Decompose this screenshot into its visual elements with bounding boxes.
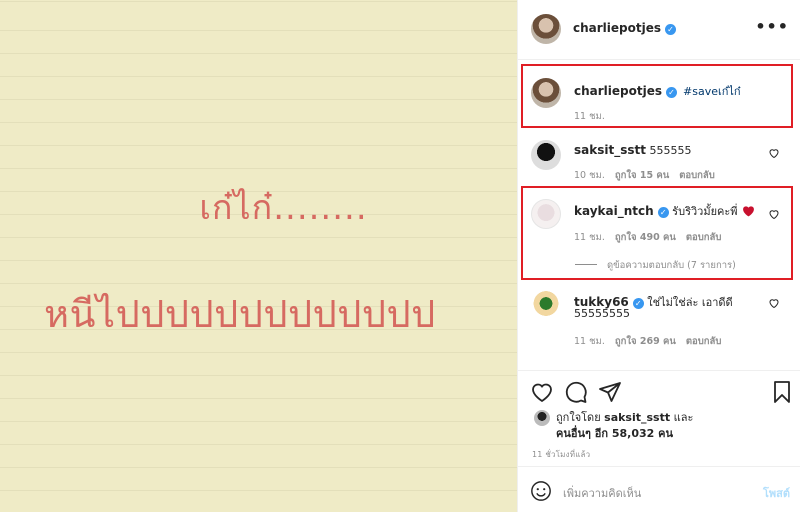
caption-username[interactable]: charliepotjes <box>574 84 662 98</box>
comment-icon[interactable] <box>564 380 588 404</box>
comment-text-line2: 55555555 <box>574 307 630 320</box>
view-replies-link[interactable]: ดูข้อความตอบกลับ (7 รายการ) <box>575 258 736 273</box>
reply-link[interactable]: ตอบกลับ <box>686 232 722 243</box>
avatar[interactable] <box>534 410 550 426</box>
comment-likes[interactable]: ถูกใจ 15 คน <box>615 170 669 181</box>
comment-text: kaykai_ntch ✓ รับริวิวมั้ยคะพี่ <box>574 202 755 220</box>
post-image[interactable]: เก๋ไก๋........ หนีไปปปปปปปปปปปปป <box>0 0 517 512</box>
replies-divider <box>575 264 597 265</box>
comment-username[interactable]: kaykai_ntch <box>574 204 654 218</box>
verified-badge-icon: ✓ <box>666 87 678 98</box>
add-comment-input[interactable]: เพิ่มความคิดเห็น <box>563 484 641 502</box>
liked-by-username[interactable]: saksit_sstt <box>604 411 670 424</box>
caption-time: 11 ชม. <box>574 111 605 122</box>
like-heart-icon[interactable] <box>768 297 780 309</box>
comment-text: saksit_sstt 555555 <box>574 143 692 157</box>
image-text-line2: หนีไปปปปปปปปปปปปป <box>44 292 436 336</box>
caption-hashtag[interactable]: #saveเก๋ไก๋ <box>683 85 741 98</box>
liked-by-text: ถูกใจโดย saksit_sstt และ คนอื่นๆ อีก 58,… <box>556 411 694 440</box>
comment-username[interactable]: saksit_sstt <box>574 143 646 157</box>
verified-badge-icon: ✓ <box>665 24 677 35</box>
like-heart-icon[interactable] <box>768 147 780 159</box>
image-text-line1: เก๋ไก๋........ <box>199 188 368 228</box>
likes-count-link[interactable]: คนอื่นๆ อีก 58,032 คน <box>556 427 673 440</box>
share-icon[interactable] <box>598 380 622 404</box>
verified-badge-icon: ✓ <box>632 298 644 309</box>
reply-link[interactable]: ตอบกลับ <box>686 336 722 347</box>
comment-meta: 11 ชม. ถูกใจ 490 คน ตอบกลับ <box>574 232 722 243</box>
post-header: charliepotjes ✓ ••• <box>518 0 800 60</box>
like-heart-icon[interactable] <box>530 380 554 404</box>
red-heart-emoji-icon <box>742 206 754 217</box>
more-horizontal-icon[interactable]: ••• <box>755 17 789 36</box>
bookmark-icon[interactable] <box>770 380 794 404</box>
section-divider <box>518 370 800 371</box>
verified-badge-icon: ✓ <box>657 207 669 218</box>
reply-link[interactable]: ตอบกลับ <box>679 170 715 181</box>
emoji-icon[interactable] <box>530 480 552 502</box>
comment-likes[interactable]: ถูกใจ 490 คน <box>615 232 676 243</box>
avatar[interactable] <box>531 78 561 108</box>
avatar[interactable] <box>531 290 561 320</box>
post-sidebar: charliepotjes ✓ ••• charliepotjes ✓ #saveเก… <box>517 0 800 512</box>
avatar[interactable] <box>531 199 561 229</box>
comment-meta: 11 ชม. ถูกใจ 269 คน ตอบกลับ <box>574 336 722 347</box>
section-divider <box>518 466 800 467</box>
post-time-ago: 11 ชั่วโมงที่แล้ว <box>532 450 591 459</box>
comment-likes[interactable]: ถูกใจ 269 คน <box>615 336 676 347</box>
avatar[interactable] <box>531 140 561 170</box>
header-username[interactable]: charliepotjes ✓ <box>573 21 677 35</box>
caption-text: charliepotjes ✓ #saveเก๋ไก๋ <box>574 82 741 100</box>
comment-meta: 10 ชม. ถูกใจ 15 คน ตอบกลับ <box>574 170 715 181</box>
post-comment-button[interactable]: โพสต์ <box>763 484 790 502</box>
like-heart-icon[interactable] <box>768 208 780 220</box>
avatar[interactable] <box>531 14 561 44</box>
